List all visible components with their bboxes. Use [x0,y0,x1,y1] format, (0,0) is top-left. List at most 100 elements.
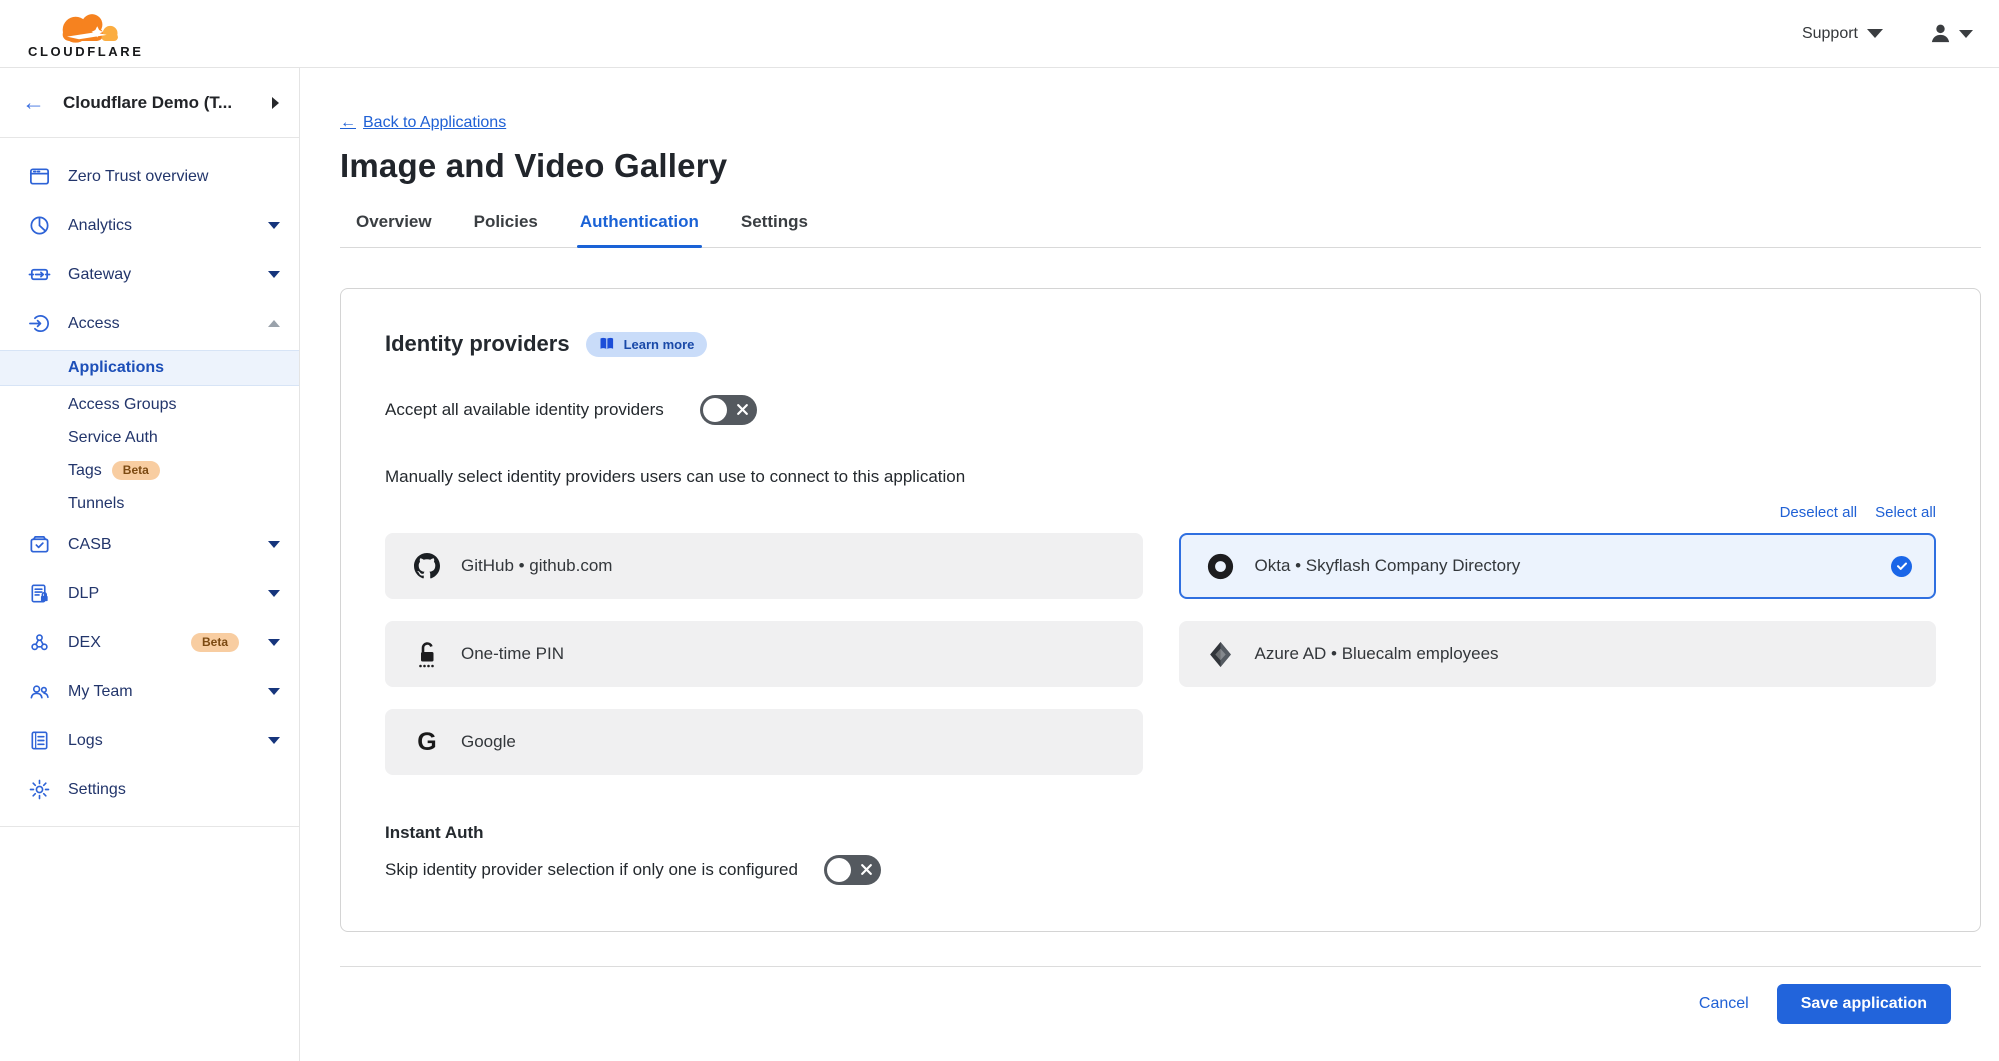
provider-name: One-time PIN [461,644,564,664]
log-list-icon [28,729,51,752]
brand-wordmark: CLOUDFLARE [28,44,144,59]
sidebar-item-analytics[interactable]: Analytics [0,201,299,250]
provider-name: GitHub • github.com [461,556,612,576]
tab-settings[interactable]: Settings [741,212,808,247]
provider-tile-okta[interactable]: Okta • Skyflash Company Directory [1179,533,1937,599]
sidebar-item-tunnels[interactable]: Tunnels [0,487,299,520]
sidebar-item-my-team[interactable]: My Team [0,667,299,716]
identity-providers-card: Identity providers Learn more Accept all… [340,288,1981,932]
accept-all-row: Accept all available identity providers [385,395,1936,425]
save-application-button[interactable]: Save application [1777,984,1951,1024]
provider-grid: GitHub • github.com Okta • Skyflash Comp… [385,533,1936,775]
chevron-up-icon [268,320,280,327]
sidebar-item-zero-trust-overview[interactable]: Zero Trust overview [0,152,299,201]
google-icon: G [413,730,441,755]
sidebar-item-label: Gateway [68,266,251,284]
sidebar-item-label: Analytics [68,217,251,235]
deselect-all-link[interactable]: Deselect all [1780,504,1858,521]
back-to-applications-link[interactable]: ← Back to Applications [340,114,506,132]
sidebar-subitem-label: Tags [68,462,102,480]
gear-icon [28,778,51,801]
sidebar-item-access-groups[interactable]: Access Groups [0,388,299,421]
sidebar-item-label: My Team [68,683,251,701]
tab-bar: Overview Policies Authentication Setting… [340,212,1981,248]
chevron-down-icon [268,737,280,744]
sidebar-item-applications[interactable]: Applications [0,350,299,386]
sidebar-subitem-label: Tunnels [68,495,124,513]
arrow-left-icon[interactable]: ← [22,91,45,114]
beta-badge: Beta [112,461,160,480]
provider-tile-azure-ad[interactable]: Azure AD • Bluecalm employees [1179,621,1937,687]
cloudflare-cloud-icon [42,9,130,47]
account-switcher[interactable]: ← Cloudflare Demo (T... [0,68,299,138]
topbar-right: Support [1802,22,1973,45]
manual-select-text: Manually select identity providers users… [385,467,1936,487]
tab-overview[interactable]: Overview [356,212,432,247]
network-cluster-icon [28,631,51,654]
account-name: Cloudflare Demo (T... [63,93,254,113]
access-login-icon [28,312,51,335]
sidebar-item-dex[interactable]: DEX Beta [0,618,299,667]
browser-window-icon [28,165,51,188]
accept-all-toggle[interactable] [700,395,757,425]
chevron-right-icon [272,97,279,109]
casb-box-check-icon [28,533,51,556]
select-all-link[interactable]: Select all [1875,504,1936,521]
toggle-knob [827,858,851,882]
user-icon [1929,22,1952,45]
chevron-down-icon [268,222,280,229]
cancel-button[interactable]: Cancel [1699,995,1749,1013]
card-title: Identity providers [385,331,570,357]
card-header: Identity providers Learn more [385,331,1936,357]
github-icon [413,553,441,579]
tab-authentication[interactable]: Authentication [580,212,699,247]
top-bar: CLOUDFLARE Support [0,0,1999,68]
provider-tile-google[interactable]: G Google [385,709,1143,775]
sidebar-item-tags[interactable]: Tags Beta [0,454,299,487]
arrow-left-icon: ← [340,114,356,132]
provider-tile-github[interactable]: GitHub • github.com [385,533,1143,599]
one-time-pin-icon [413,640,441,669]
sidebar-item-label: DLP [68,585,251,603]
sidebar-item-label: Zero Trust overview [68,168,280,186]
sidebar-item-dlp[interactable]: DLP [0,569,299,618]
selected-check-icon [1891,556,1912,577]
sidebar-subitem-label: Service Auth [68,429,158,447]
sidebar-item-casb[interactable]: CASB [0,520,299,569]
sidebar-item-settings[interactable]: Settings [0,765,299,814]
sidebar-item-service-auth[interactable]: Service Auth [0,421,299,454]
support-menu[interactable]: Support [1802,25,1883,43]
sidebar-item-gateway[interactable]: Gateway [0,250,299,299]
sidebar-item-access[interactable]: Access [0,299,299,348]
sidebar-subitem-label: Applications [68,359,164,377]
people-icon [28,680,51,703]
sidebar-item-logs[interactable]: Logs [0,716,299,765]
sidebar-item-label: Access [68,315,251,333]
chevron-down-icon [268,688,280,695]
sidebar-item-label: CASB [68,536,251,554]
chevron-down-icon [268,590,280,597]
chevron-down-icon [1867,29,1883,38]
instant-auth-toggle[interactable] [824,855,881,885]
support-label: Support [1802,25,1858,43]
chevron-down-icon [268,541,280,548]
instant-auth-heading: Instant Auth [385,823,1936,843]
toggle-knob [703,398,727,422]
tab-policies[interactable]: Policies [474,212,538,247]
x-icon [860,863,873,876]
learn-more-badge[interactable]: Learn more [586,332,708,357]
sidebar: ← Cloudflare Demo (T... Zero Trust overv… [0,68,300,1061]
gateway-icon [28,263,51,286]
main-content: ← Back to Applications Image and Video G… [300,68,1999,1061]
footer-divider [340,966,1981,967]
beta-badge: Beta [191,633,239,652]
footer-actions: Cancel Save application [340,984,1981,1024]
provider-name: Okta • Skyflash Company Directory [1255,556,1521,576]
bulk-select-links: Deselect all Select all [385,504,1936,521]
sidebar-divider [0,826,299,827]
cloudflare-logo[interactable]: CLOUDFLARE [28,9,144,59]
account-menu[interactable] [1929,22,1973,45]
provider-tile-one-time-pin[interactable]: One-time PIN [385,621,1143,687]
azure-ad-icon [1207,641,1235,668]
instant-auth-row: Skip identity provider selection if only… [385,855,1936,885]
